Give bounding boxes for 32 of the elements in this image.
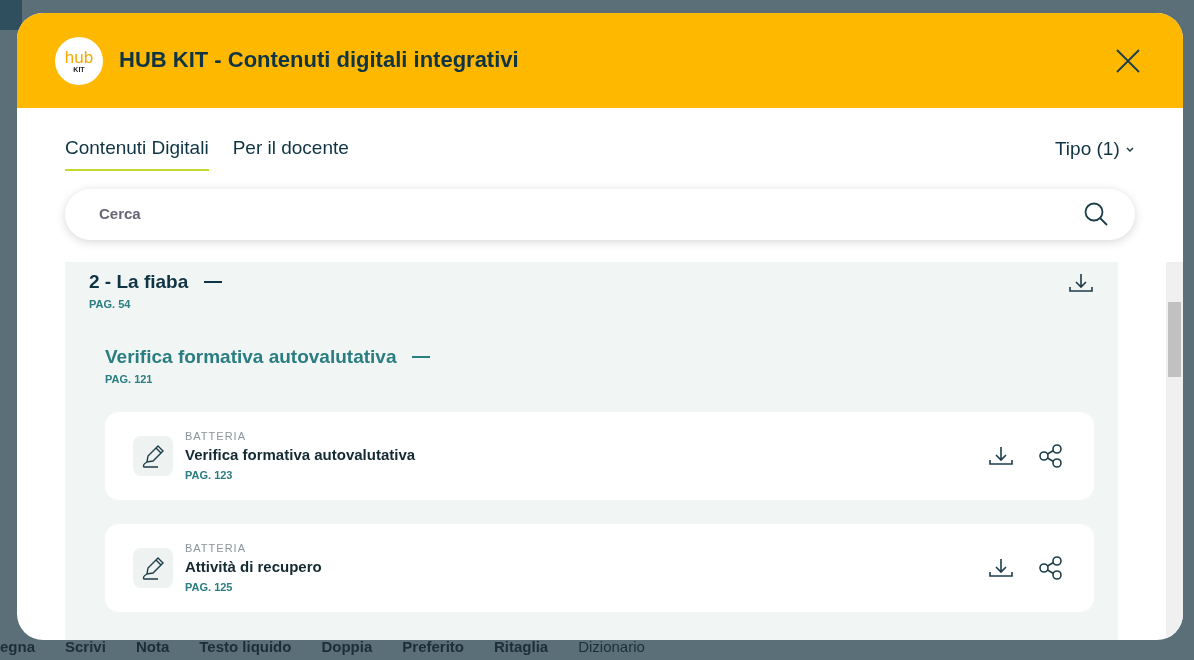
pen-icon <box>133 547 173 588</box>
subsection-title: Verifica formativa autovalutativa <box>105 344 397 369</box>
toolbar-item[interactable]: Nota <box>135 635 170 659</box>
share-icon[interactable] <box>1038 442 1064 469</box>
tab[interactable]: Per il docente <box>232 134 349 171</box>
category-label: BATTERIA <box>185 428 247 444</box>
toolbar-item[interactable]: Ritaglia <box>494 635 549 659</box>
content-card[interactable]: BATTERIA Verifica formativa autovalutativa PAG. 123 <box>105 411 1094 500</box>
toolbar-item[interactable]: Testo liquido <box>199 635 292 659</box>
tab[interactable]: Contenuti Digitali <box>65 134 209 171</box>
content-title: Attività di recupero <box>185 557 323 578</box>
search-icon[interactable] <box>1083 201 1109 227</box>
pen-icon <box>133 435 173 476</box>
share-icon[interactable] <box>1038 554 1064 581</box>
filter-dropdown[interactable]: Tipo (1) <box>1054 135 1135 170</box>
content-title: Verifica formativa autovalutativa <box>185 445 417 466</box>
toolbar-item[interactable]: egna <box>0 635 35 659</box>
collapse-icon[interactable] <box>204 280 223 283</box>
toolbar-item[interactable]: Scrivi <box>65 635 106 659</box>
page-reference: PAG. 54 <box>89 297 132 312</box>
chevron-icon <box>1125 146 1135 154</box>
dialog-title: HUB KIT - Contenuti digitali integrativi <box>119 47 520 74</box>
section-title: 2 - La fiaba <box>89 269 189 294</box>
download-icon[interactable] <box>1068 271 1094 294</box>
scrollbar[interactable] <box>1166 261 1183 640</box>
page-reference: PAG. 125 <box>185 579 234 595</box>
category-label: BATTERIA <box>185 540 247 556</box>
content-card[interactable]: BATTERIA Attività di recupero PAG. 125 <box>105 523 1094 612</box>
toolbar-item[interactable]: Preferito <box>402 635 464 659</box>
page-reference: PAG. 123 <box>185 467 234 483</box>
toolbar-item[interactable]: Doppia <box>321 635 373 659</box>
page-reference: PAG. 121 <box>105 372 154 387</box>
